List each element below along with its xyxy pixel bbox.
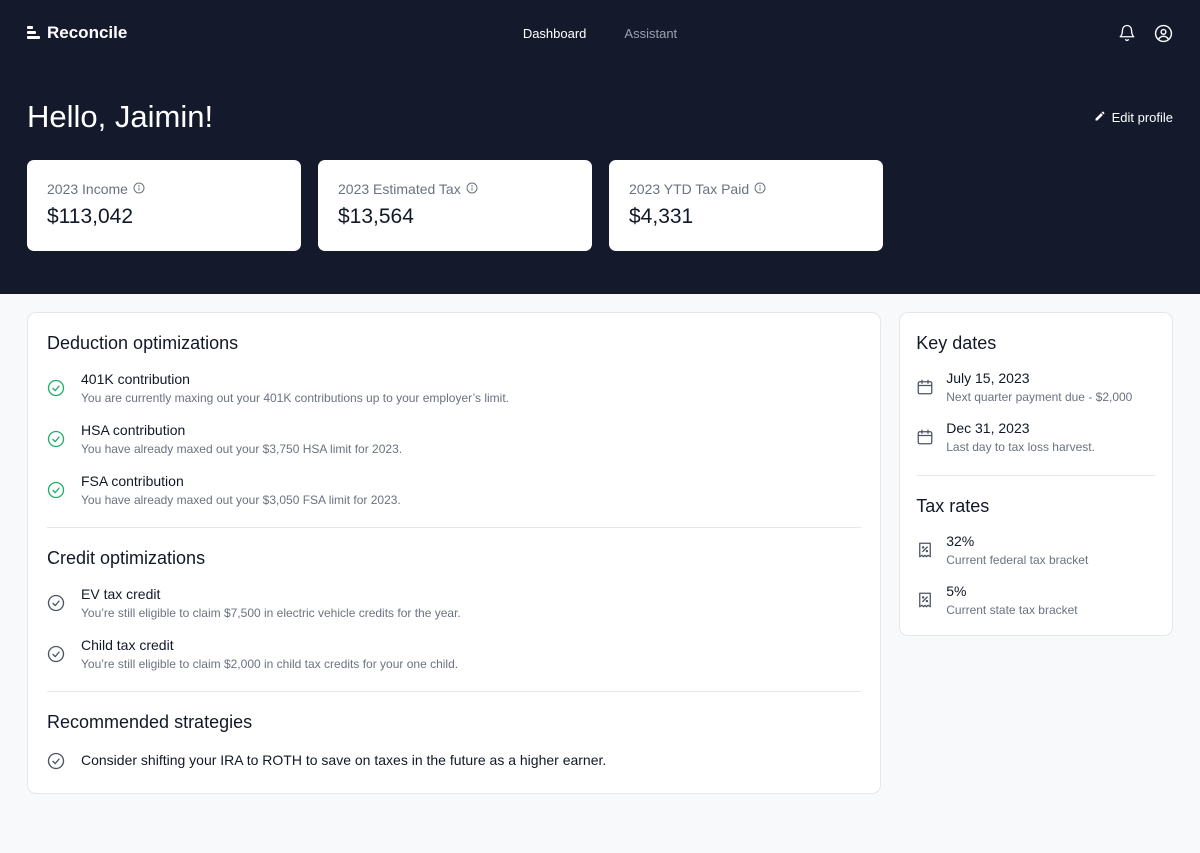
item-description: Last day to tax loss harvest. xyxy=(946,440,1095,454)
check-circle-gray-icon xyxy=(47,750,67,775)
credits-title: Credit optimizations xyxy=(47,548,206,568)
edit-profile-button[interactable]: Edit profile xyxy=(1094,110,1173,125)
pencil-icon xyxy=(1094,110,1106,125)
stat-value: $113,042 xyxy=(47,205,134,228)
stat-label-row: 2023 Estimated Tax xyxy=(338,181,572,197)
stat-card-income: 2023 Income $113,042 xyxy=(27,160,301,251)
section-divider xyxy=(47,527,862,528)
section-divider xyxy=(916,475,1156,476)
stat-card-ytd-tax-paid: 2023 YTD Tax Paid $4,331 xyxy=(609,160,883,251)
user-circle-icon[interactable] xyxy=(1154,24,1173,43)
item-title: Dec 31, 2023 xyxy=(946,420,1030,436)
calendar-icon xyxy=(916,420,934,451)
logo-stack-icon xyxy=(27,26,40,40)
receipt-percent-icon xyxy=(916,533,934,564)
optimizations-card: Deduction optimizations 401K contributio… xyxy=(27,312,882,794)
check-circle-green-icon xyxy=(47,422,67,453)
list-item[interactable]: Consider shifting your IRA to ROTH to sa… xyxy=(47,750,861,775)
list-item[interactable]: 32% Current federal tax bracket xyxy=(916,533,1156,567)
list-item[interactable]: EV tax credit You’re still eligible to c… xyxy=(47,586,861,620)
receipt-percent-icon xyxy=(916,583,934,614)
item-description: You’re still eligible to claim $2,000 in… xyxy=(81,657,459,671)
list-item[interactable]: 5% Current state tax bracket xyxy=(916,583,1156,617)
item-description: You have already maxed out your $3,050 F… xyxy=(81,493,401,507)
stat-label: 2023 YTD Tax Paid xyxy=(629,181,750,197)
item-title: EV tax credit xyxy=(81,586,161,602)
section-divider xyxy=(47,691,862,692)
check-circle-gray-icon xyxy=(47,586,67,617)
list-item[interactable]: 401K contribution You are currently maxi… xyxy=(47,371,861,405)
item-title: 5% xyxy=(946,583,967,599)
list-item[interactable]: FSA contribution You have already maxed … xyxy=(47,473,861,507)
info-icon[interactable] xyxy=(754,181,766,197)
stat-label: 2023 Estimated Tax xyxy=(338,181,461,197)
item-description: You have already maxed out your $3,750 H… xyxy=(81,442,403,456)
stat-card-estimated-tax: 2023 Estimated Tax $13,564 xyxy=(318,160,592,251)
nav-dashboard[interactable]: Dashboard xyxy=(523,26,587,41)
list-item[interactable]: Child tax credit You’re still eligible t… xyxy=(47,637,861,671)
deductions-title: Deduction optimizations xyxy=(47,333,239,353)
main-nav: Dashboard Assistant xyxy=(0,0,1200,66)
list-item[interactable]: HSA contribution You have already maxed … xyxy=(47,422,861,456)
brand-name: Reconcile xyxy=(47,23,128,42)
item-title: Child tax credit xyxy=(81,637,174,653)
check-circle-green-icon xyxy=(47,371,67,402)
item-title: HSA contribution xyxy=(81,422,186,438)
top-navigation-bar: Reconcile Dashboard Assistant xyxy=(0,0,1200,66)
content-area: Deduction optimizations 401K contributio… xyxy=(0,294,1200,794)
item-description: Next quarter payment due - $2,000 xyxy=(946,390,1133,404)
check-circle-green-icon xyxy=(47,473,67,504)
page-title: Hello, Jaimin! xyxy=(27,99,214,134)
list-item[interactable]: Dec 31, 2023 Last day to tax loss harves… xyxy=(916,420,1156,454)
check-circle-gray-icon xyxy=(47,637,67,668)
strategy-text: Consider shifting your IRA to ROTH to sa… xyxy=(81,752,607,768)
item-description: Current federal tax bracket xyxy=(946,553,1089,567)
stat-value: $4,331 xyxy=(629,205,694,228)
info-icon[interactable] xyxy=(133,181,145,197)
nav-assistant[interactable]: Assistant xyxy=(624,26,677,41)
item-title: July 15, 2023 xyxy=(946,370,1030,386)
item-description: You’re still eligible to claim $7,500 in… xyxy=(81,606,461,620)
stat-label-row: 2023 Income xyxy=(47,181,281,197)
key-dates-title: Key dates xyxy=(916,333,997,353)
calendar-icon xyxy=(916,370,934,401)
stat-label: 2023 Income xyxy=(47,181,128,197)
tax-rates-title: Tax rates xyxy=(916,496,990,516)
list-item[interactable]: July 15, 2023 Next quarter payment due -… xyxy=(916,370,1156,404)
stat-label-row: 2023 YTD Tax Paid xyxy=(629,181,863,197)
edit-profile-label: Edit profile xyxy=(1111,109,1173,125)
top-icons xyxy=(1118,24,1173,43)
brand-logo[interactable]: Reconcile xyxy=(27,23,127,43)
bell-icon[interactable] xyxy=(1118,24,1136,42)
stat-value: $13,564 xyxy=(338,205,414,228)
item-title: FSA contribution xyxy=(81,473,184,489)
stats-row: 2023 Income $113,042 2023 Estimated Tax … xyxy=(0,160,1200,251)
info-icon[interactable] xyxy=(466,181,478,197)
strategies-title: Recommended strategies xyxy=(47,712,253,732)
sidebar-card: Key dates July 15, 2023 Next quarter pay… xyxy=(899,312,1173,636)
item-title: 401K contribution xyxy=(81,371,190,387)
header-section: Reconcile Dashboard Assistant Hello, Jai… xyxy=(0,0,1200,294)
item-description: You are currently maxing out your 401K c… xyxy=(81,391,509,405)
greeting-row: Hello, Jaimin! Edit profile xyxy=(0,99,1200,135)
item-title: 32% xyxy=(946,533,975,549)
item-description: Current state tax bracket xyxy=(946,603,1078,617)
